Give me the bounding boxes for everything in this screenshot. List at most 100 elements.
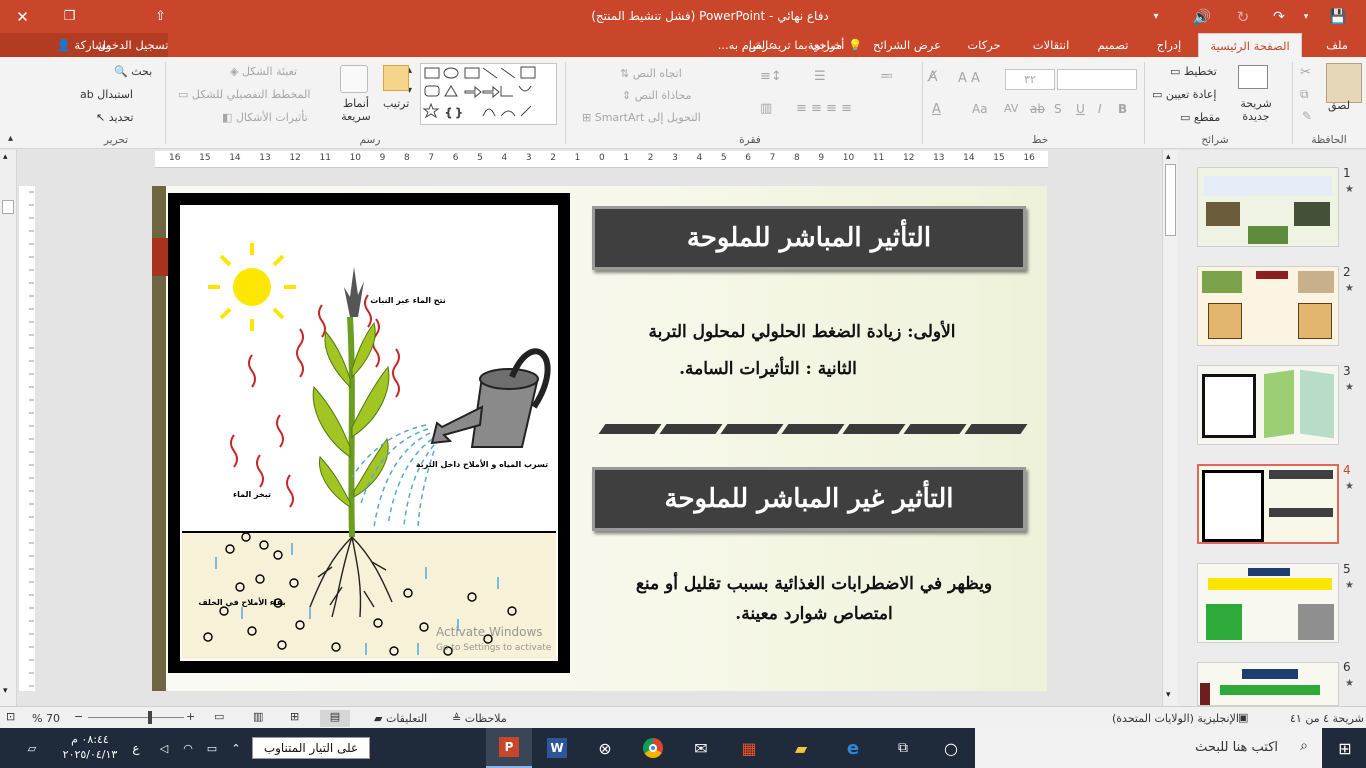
ribbon-display-options-button[interactable]: ⇧: [138, 0, 183, 33]
powerpoint-icon[interactable]: P: [486, 728, 532, 768]
clock-date[interactable]: ٢٠٢٥/٠٤/١٣: [58, 748, 122, 761]
quick-styles-icon[interactable]: [340, 65, 368, 93]
tab-animations[interactable]: حركات: [958, 33, 1010, 57]
arrange-icon[interactable]: [383, 65, 409, 91]
select-button[interactable]: تحديد ↖: [96, 111, 134, 124]
spelling-icon[interactable]: ▣: [1238, 711, 1248, 724]
clock-time[interactable]: ٠٨:٤٤ م: [58, 733, 122, 746]
new-slide-icon[interactable]: [1238, 65, 1268, 89]
mail-icon[interactable]: ✉: [678, 728, 724, 768]
tell-me-search[interactable]: 💡 أخبرني بما تريد القيام به...: [690, 33, 890, 57]
heading-indirect-effect[interactable]: التأثير غير المباشر للملوحة: [592, 467, 1026, 531]
slide-thumbnail-1[interactable]: [1197, 167, 1339, 247]
scroll-up-arrow-icon[interactable]: ▴: [1166, 152, 1171, 162]
align-right-icon[interactable]: ≡ ≡ ≡ ≡: [796, 101, 852, 116]
reset-button[interactable]: إعادة تعيين ▭: [1152, 88, 1216, 101]
show-hidden-icons-icon[interactable]: ⌃: [224, 728, 248, 768]
align-text-button[interactable]: محاذاة النص ⇕: [622, 89, 691, 102]
volume-icon[interactable]: ◁: [152, 728, 176, 768]
italic-icon[interactable]: I: [1098, 102, 1102, 116]
font-name-field[interactable]: [1057, 69, 1137, 90]
scroll-down-arrow-icon[interactable]: ▾: [3, 686, 8, 696]
tab-review[interactable]: مراجعة: [796, 33, 854, 57]
shape-fill-button[interactable]: تعبئة الشكل ◈: [230, 65, 297, 78]
replace-button[interactable]: استبدال ab: [80, 88, 133, 101]
smartart-button[interactable]: التحويل إلى SmartArt ⊞: [582, 111, 701, 124]
slide-thumbnail-3[interactable]: [1197, 365, 1339, 445]
diagram-frame[interactable]: نتح الماء عبر النبات تسرب المياه و الأمل…: [168, 193, 570, 673]
vertical-scrollbar[interactable]: ▴ ▾: [1162, 150, 1178, 706]
zoom-slider-thumb[interactable]: [148, 711, 152, 724]
wifi-icon[interactable]: ◠: [176, 728, 200, 768]
reading-view-icon[interactable]: ▥: [253, 710, 263, 723]
customize-qat-button[interactable]: ▾: [1136, 0, 1176, 33]
strikethrough-icon[interactable]: ab: [1030, 102, 1045, 116]
text-direction-button[interactable]: اتجاه النص ⇅: [620, 67, 682, 80]
slideshow-icon[interactable]: ▭: [214, 710, 224, 723]
restore-window-button[interactable]: ❐: [47, 0, 92, 33]
text-indirect-effect[interactable]: ويظهر في الاضطرابات الغذائية بسبب تقليل …: [604, 569, 1024, 629]
word-icon[interactable]: W: [534, 728, 580, 768]
windows-start-icon[interactable]: ⊞: [1322, 728, 1366, 768]
new-slide-button[interactable]: شريحة جديدة: [1236, 97, 1276, 123]
taskbar-search-box[interactable]: ⌕ اكتب هنا للبحث: [975, 728, 1322, 768]
paste-button[interactable]: لصق: [1328, 99, 1350, 112]
find-button[interactable]: بحث 🔍: [114, 65, 152, 78]
paste-icon[interactable]: [1326, 63, 1362, 103]
save-button[interactable]: 💾: [1318, 0, 1358, 33]
notifications-icon[interactable]: ▱: [10, 728, 54, 768]
tab-insert[interactable]: إدراج: [1146, 33, 1192, 57]
numbering-icon[interactable]: ≔: [880, 69, 893, 84]
tab-design[interactable]: تصميم: [1090, 33, 1136, 57]
slide-sorter-icon[interactable]: ⊞: [290, 710, 299, 723]
slide-thumbnail-5[interactable]: [1197, 563, 1339, 643]
slide[interactable]: نتح الماء عبر النبات تسرب المياه و الأمل…: [152, 186, 1047, 691]
shape-effects-button[interactable]: تأثيرات الأشكال ◧: [222, 111, 308, 124]
vertical-ruler-thumb[interactable]: [2, 200, 14, 214]
cut-icon[interactable]: ✂: [1300, 65, 1311, 80]
bullets-icon[interactable]: ☰: [814, 69, 826, 84]
cortana-icon[interactable]: ○: [928, 728, 974, 768]
tab-slideshow[interactable]: عرض الشرائح: [866, 33, 948, 57]
file-explorer-icon[interactable]: ▰: [778, 728, 824, 768]
redo-button[interactable]: ↷: [1262, 0, 1296, 33]
notes-button[interactable]: ملاحظات ≜: [452, 712, 507, 725]
tab-file[interactable]: ملف: [1312, 33, 1362, 57]
xbox-icon[interactable]: ⊗: [582, 728, 628, 768]
comments-button[interactable]: التعليقات ▰: [374, 712, 427, 725]
repeat-icon[interactable]: ↻: [1226, 0, 1260, 33]
text-second-effect[interactable]: الثانية : التأثيرات السامة.: [582, 354, 954, 384]
close-window-button[interactable]: ✕: [0, 0, 45, 33]
read-aloud-icon[interactable]: 🔊: [1184, 0, 1220, 33]
fit-slide-icon[interactable]: ⊡: [6, 710, 15, 723]
char-spacing-icon[interactable]: AV: [1004, 102, 1018, 115]
edge-icon[interactable]: e: [830, 728, 876, 768]
quick-styles-button[interactable]: أنماط سريعة: [336, 97, 376, 123]
language-indicator[interactable]: الإنجليزية (الولايات المتحدة): [1112, 712, 1239, 725]
columns-icon[interactable]: ▥: [760, 101, 772, 116]
slide-thumbnail-2[interactable]: [1197, 266, 1339, 346]
collapse-ribbon-icon[interactable]: ▴: [8, 133, 13, 144]
normal-view-icon[interactable]: ▤: [320, 710, 350, 727]
sign-in-link[interactable]: تسجيل الدخول: [88, 33, 178, 57]
arrange-button[interactable]: ترتيب: [383, 97, 409, 110]
clear-formatting-icon[interactable]: A̸: [928, 69, 938, 85]
shapes-gallery[interactable]: { }: [420, 63, 557, 125]
battery-icon[interactable]: ▭: [200, 728, 224, 768]
zoom-slider[interactable]: [88, 717, 184, 718]
grow-font-icon[interactable]: A A: [958, 71, 980, 86]
tab-home[interactable]: الصفحة الرئيسية: [1198, 33, 1302, 57]
tab-transitions[interactable]: انتقالات: [1022, 33, 1080, 57]
tab-view[interactable]: عرض: [742, 33, 782, 57]
chrome-icon[interactable]: [630, 728, 676, 768]
layout-button[interactable]: تخطيط ▭: [1170, 65, 1217, 78]
slide-thumbnail-6[interactable]: [1197, 662, 1339, 706]
font-size-field[interactable]: ٣٢: [1005, 69, 1055, 90]
scroll-up-arrow-icon[interactable]: ▴: [3, 152, 8, 162]
copy-icon[interactable]: ⧉: [1300, 87, 1309, 102]
task-view-icon[interactable]: ⧉: [880, 728, 926, 768]
underline-icon[interactable]: U: [1076, 102, 1085, 116]
slide-thumbnail-4[interactable]: [1197, 464, 1339, 544]
scroll-down-arrow-icon[interactable]: ▾: [1166, 690, 1171, 700]
zoom-out-icon[interactable]: −: [74, 710, 83, 723]
